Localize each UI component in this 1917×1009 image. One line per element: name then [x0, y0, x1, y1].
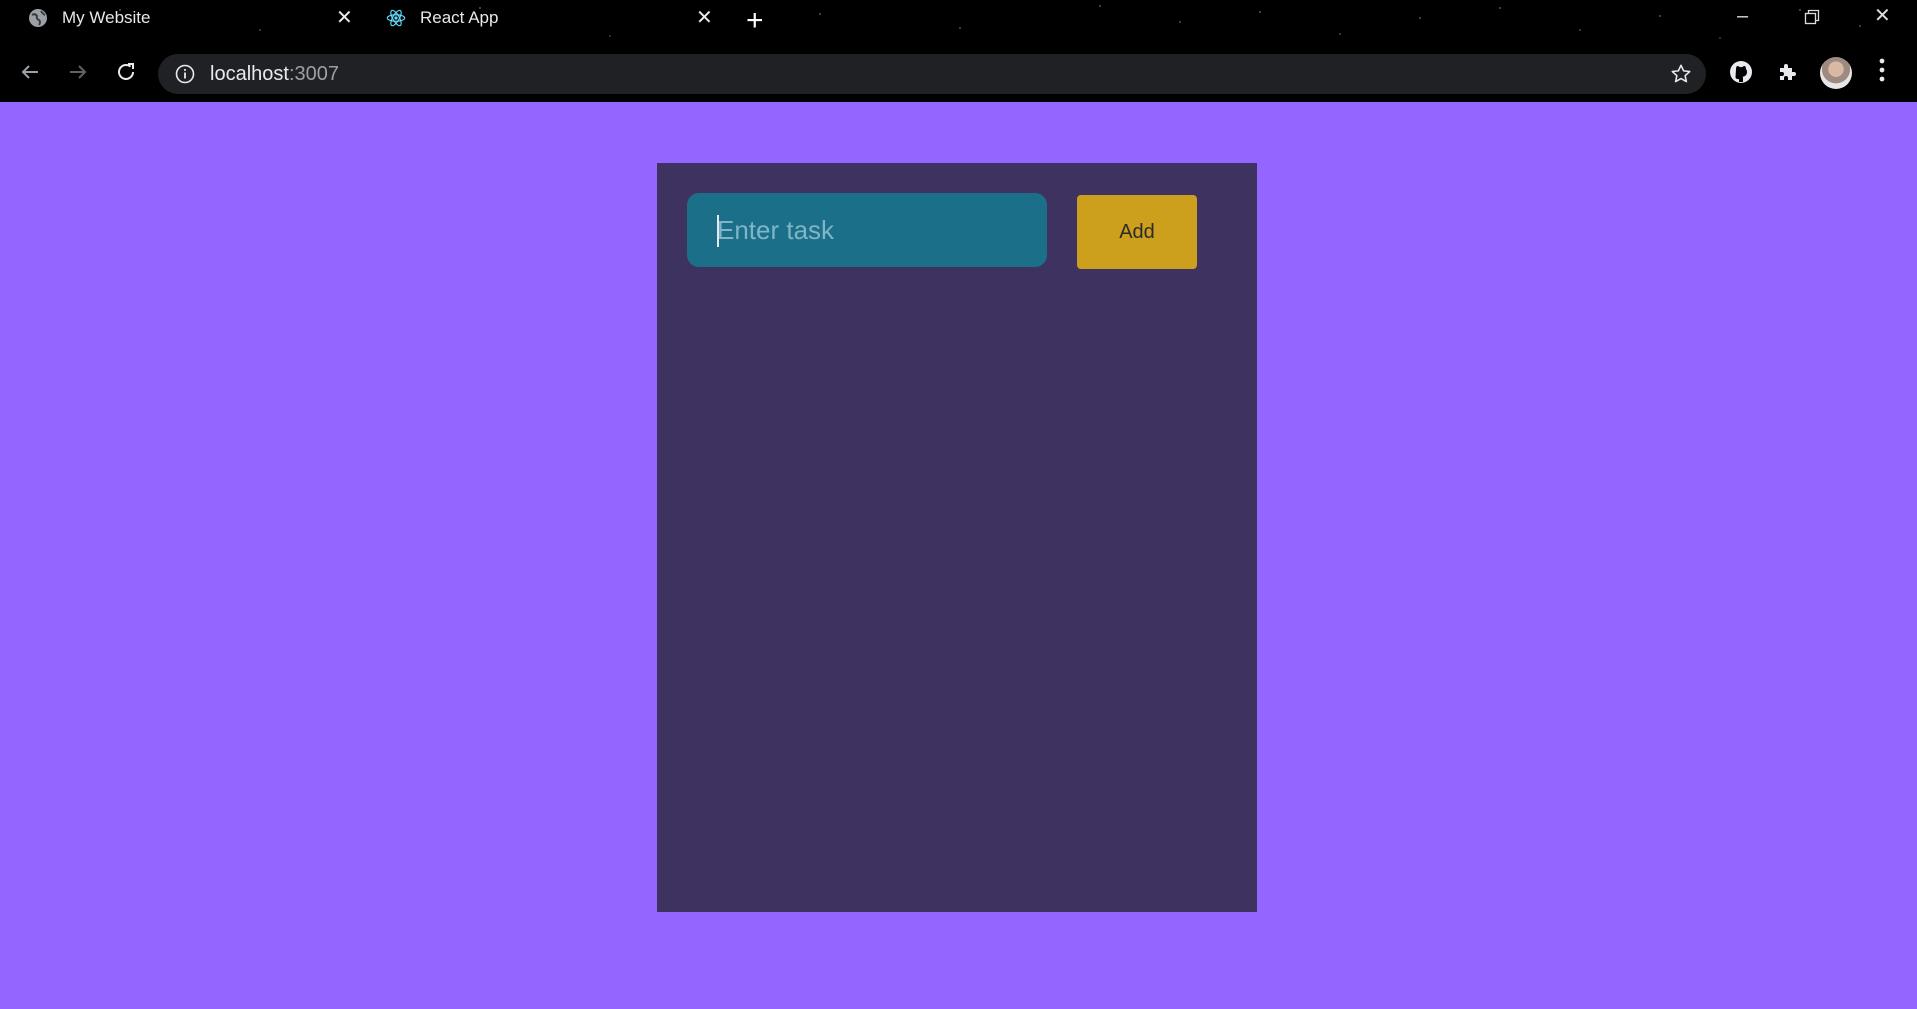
browser-titlebar: My Website ✕ React App ✕ + – ✕: [0, 0, 1917, 44]
react-icon: [386, 8, 406, 28]
forward-icon[interactable]: [62, 56, 94, 88]
browser-toolbar: localhost:3007: [0, 44, 1917, 102]
github-icon[interactable]: [1729, 60, 1753, 89]
tab-react-app[interactable]: React App ✕: [386, 0, 716, 36]
close-tab-icon[interactable]: ✕: [696, 8, 713, 28]
close-window-icon[interactable]: ✕: [1874, 6, 1891, 26]
reload-icon[interactable]: [110, 56, 142, 88]
more-menu-icon[interactable]: [1878, 56, 1886, 89]
address-bar[interactable]: localhost:3007: [158, 54, 1706, 94]
restore-icon[interactable]: [1804, 9, 1820, 29]
url-text: localhost:3007: [210, 62, 339, 85]
tab-title: My Website: [62, 8, 151, 27]
text-caret: [717, 215, 719, 247]
globe-icon: [28, 8, 48, 28]
tab-title: React App: [420, 8, 499, 27]
back-icon[interactable]: [14, 56, 46, 88]
add-task-button[interactable]: Add: [1077, 195, 1197, 269]
todo-card: Add: [657, 163, 1257, 912]
minimize-icon[interactable]: –: [1737, 6, 1748, 26]
task-input[interactable]: [687, 193, 1047, 267]
info-icon[interactable]: [174, 63, 196, 85]
close-tab-icon[interactable]: ✕: [336, 8, 353, 28]
avatar[interactable]: [1820, 57, 1852, 89]
bookmark-star-icon[interactable]: [1670, 63, 1692, 90]
tab-my-website[interactable]: My Website ✕: [28, 0, 358, 36]
extensions-puzzle-icon[interactable]: [1776, 60, 1800, 89]
new-tab-icon[interactable]: +: [746, 6, 764, 36]
